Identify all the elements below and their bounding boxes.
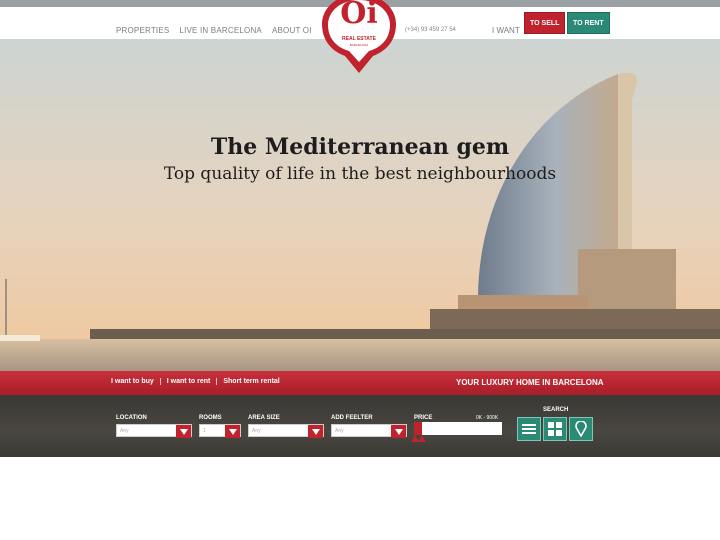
phone-number[interactable]: (+34) 93 459 27 54 — [405, 27, 456, 33]
list-view-button[interactable] — [517, 417, 541, 441]
price-max-handle[interactable] — [418, 435, 426, 442]
tagline: YOUR LUXURY HOME IN BARCELONA — [456, 378, 604, 387]
area-label: AREA SIZE — [248, 415, 280, 421]
grid-view-button[interactable] — [543, 417, 567, 441]
area-select[interactable]: Any — [248, 424, 324, 438]
i-want-label: I WANT — [492, 26, 520, 35]
logo-line1: REAL ESTATE — [342, 36, 376, 42]
price-range: 0K - 900K — [476, 415, 499, 421]
area-field: AREA SIZE Any — [248, 415, 324, 438]
chevron-down-icon[interactable] — [176, 425, 191, 438]
logo-line2: BARCELONA — [349, 43, 369, 47]
chevron-down-icon[interactable] — [225, 425, 240, 438]
location-label: LOCATION — [116, 415, 147, 421]
hero-image — [0, 39, 720, 371]
hero-banner: The Mediterranean gem Top quality of lif… — [0, 39, 720, 371]
search-label: SEARCH — [543, 407, 569, 413]
rooms-value: 1 — [203, 428, 206, 434]
search-tabs: I want to buy I want to rent Short term … — [111, 378, 286, 385]
hero-title: The Mediterranean gem — [210, 134, 510, 160]
tab-short-term[interactable]: Short term rental — [216, 378, 285, 385]
area-value: Any — [252, 428, 261, 434]
rooms-select[interactable]: 1 — [199, 424, 241, 438]
to-rent-button[interactable]: TO RENT — [567, 12, 610, 34]
map-pin-icon — [575, 421, 587, 437]
main-nav: PROPERTIES LIVE IN BARCELONA ABOUT OI — [116, 26, 312, 35]
location-value: Any — [120, 428, 129, 434]
tab-rent[interactable]: I want to rent — [159, 378, 217, 385]
map-view-button[interactable] — [569, 417, 593, 441]
hero-subtitle: Top quality of life in the best neighbou… — [163, 164, 557, 184]
rooms-field: ROOMS 1 — [199, 415, 241, 438]
location-select[interactable]: Any — [116, 424, 192, 438]
nav-about[interactable]: ABOUT OI — [272, 26, 312, 35]
feelter-select[interactable]: Any — [331, 424, 407, 438]
list-icon — [522, 424, 536, 434]
price-label: PRICE — [414, 415, 433, 421]
logo[interactable]: Oi REAL ESTATE BARCELONA — [321, 0, 397, 74]
feelter-label: ADD FEELTER — [331, 415, 373, 421]
nav-live-in-barcelona[interactable]: LIVE IN BARCELONA — [179, 26, 262, 35]
location-field: LOCATION Any — [116, 415, 192, 438]
tab-bar: I want to buy I want to rent Short term … — [0, 371, 720, 395]
feelter-field: ADD FEELTER Any — [331, 415, 407, 438]
logo-mark: Oi — [340, 0, 378, 31]
price-slider[interactable] — [414, 422, 502, 435]
rooms-label: ROOMS — [199, 415, 222, 421]
grid-icon — [548, 422, 562, 436]
chevron-down-icon[interactable] — [391, 425, 406, 438]
search-bar: LOCATION Any ROOMS 1 AREA SIZE Any ADD F… — [0, 395, 720, 457]
to-sell-button[interactable]: TO SELL — [524, 12, 566, 34]
nav-properties[interactable]: PROPERTIES — [116, 26, 169, 35]
tab-buy[interactable]: I want to buy — [111, 378, 160, 385]
feelter-value: Any — [335, 428, 344, 434]
chevron-down-icon[interactable] — [308, 425, 323, 438]
